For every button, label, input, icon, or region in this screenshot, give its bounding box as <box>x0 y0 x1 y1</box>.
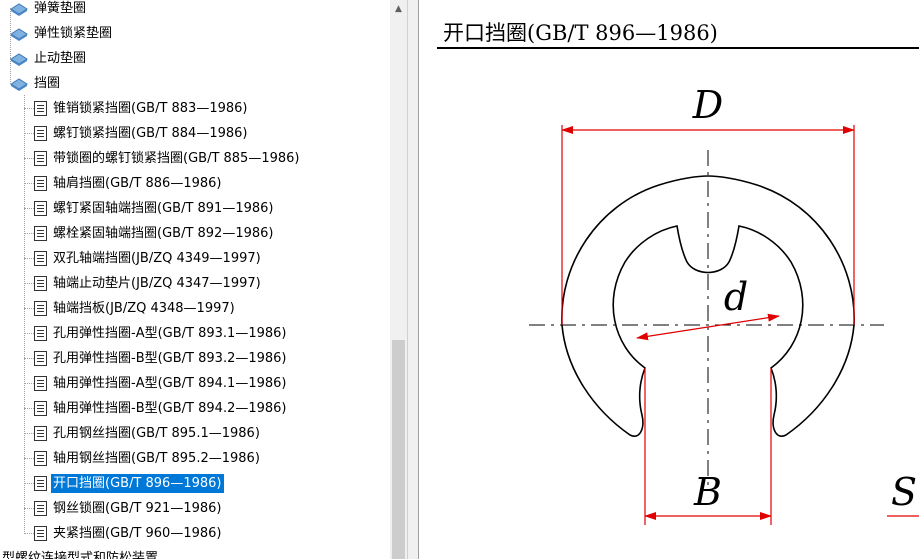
tree-view[interactable]: 弹簧垫圈 弹性锁紧垫圈 止动垫圈 挡圈 锥销锁紧挡圈(GB/T 883—1986… <box>0 0 390 559</box>
tree-item-label: 夹紧挡圈(GB/T 960—1986) <box>53 526 222 541</box>
tree-item-partial[interactable]: 型螺纹连接型式和防松装置 <box>0 548 160 559</box>
document-icon <box>34 501 47 516</box>
tree-item-child[interactable]: 孔用钢丝挡圈(GB/T 895.1—1986) <box>24 423 262 444</box>
tree-item-child[interactable]: 轴端止动垫片(JB/ZQ 4347—1997) <box>24 273 263 294</box>
tree-item-label: 钢丝锁圈(GB/T 921—1986) <box>53 501 222 516</box>
tree-item-child[interactable]: 螺钉锁紧挡圈(GB/T 884—1986) <box>24 123 250 144</box>
tree-item-label: 开口挡圈(GB/T 896—1986) <box>51 474 224 493</box>
tree-item-label: 孔用钢丝挡圈(GB/T 895.1—1986) <box>53 426 260 441</box>
tree-item-child[interactable]: 轴用弹性挡圈-B型(GB/T 894.2—1986) <box>24 398 289 419</box>
tree-item-label: 轴肩挡圈(GB/T 886—1986) <box>53 176 222 191</box>
document-icon <box>34 226 47 241</box>
tree-scrollbar[interactable]: ▲ <box>390 0 407 559</box>
document-icon <box>34 326 47 341</box>
dimension-label-B: B <box>693 470 722 514</box>
document-icon <box>34 276 47 291</box>
document-icon <box>34 526 47 541</box>
tree-item-label: 弹性锁紧垫圈 <box>34 26 113 41</box>
dimension-label-S: S <box>891 470 917 514</box>
tree-item-label: 型螺纹连接型式和防松装置 <box>2 551 159 559</box>
scroll-thumb[interactable] <box>392 340 405 559</box>
document-icon <box>34 476 47 491</box>
tree-item-label: 弹簧垫圈 <box>34 1 87 16</box>
tree-item-stop-washer[interactable]: 止动垫圈 <box>0 48 88 69</box>
document-icon <box>34 101 47 116</box>
tree-item-label: 轴端止动垫片(JB/ZQ 4347—1997) <box>53 276 261 291</box>
document-icon <box>34 376 47 391</box>
scroll-up-arrow-icon[interactable]: ▲ <box>390 0 407 17</box>
document-icon <box>34 126 47 141</box>
tree-item-child[interactable]: 钢丝锁圈(GB/T 921—1986) <box>24 498 224 519</box>
tree-item-child[interactable]: 孔用弹性挡圈-B型(GB/T 893.2—1986) <box>24 348 289 369</box>
tree-item-label: 双孔轴端挡圈(JB/ZQ 4349—1997) <box>53 251 261 266</box>
tree-item-label: 轴端挡板(JB/ZQ 4348—1997) <box>53 301 235 316</box>
tree-item-label: 螺钉锁紧挡圈(GB/T 884—1986) <box>53 126 248 141</box>
tree-item-child[interactable]: 夹紧挡圈(GB/T 960—1986) <box>24 523 224 544</box>
document-icon <box>34 351 47 366</box>
tree-item-label: 轴用钢丝挡圈(GB/T 895.2—1986) <box>53 451 260 466</box>
tree-item-child-selected[interactable]: 开口挡圈(GB/T 896—1986) <box>24 473 224 494</box>
tree-item-child[interactable]: 锥销锁紧挡圈(GB/T 883—1986) <box>24 98 250 119</box>
dimension-label-D: D <box>692 83 723 127</box>
document-pane: 开口挡圈(GB/T 896—1986) D d B S <box>419 0 919 559</box>
tree-item-label: 锥销锁紧挡圈(GB/T 883—1986) <box>53 101 248 116</box>
document-icon <box>34 451 47 466</box>
tree-item-child[interactable]: 螺钉紧固轴端挡圈(GB/T 891—1986) <box>24 198 276 219</box>
tree-item-label: 带锁圈的螺钉锁紧挡圈(GB/T 885—1986) <box>53 151 300 166</box>
document-icon <box>34 251 47 266</box>
document-icon <box>34 426 47 441</box>
tree-item-child[interactable]: 孔用弹性挡圈-A型(GB/T 893.1—1986) <box>24 323 288 344</box>
tree-item-child[interactable]: 带锁圈的螺钉锁紧挡圈(GB/T 885—1986) <box>24 148 302 169</box>
tree-item-label: 螺栓紧固轴端挡圈(GB/T 892—1986) <box>53 226 274 241</box>
retaining-ring-drawing: D d B S <box>529 83 919 525</box>
tree-item-retaining-ring[interactable]: 挡圈 <box>0 73 62 94</box>
document-icon <box>34 201 47 216</box>
tree-item-child[interactable]: 轴用弹性挡圈-A型(GB/T 894.1—1986) <box>24 373 288 394</box>
tree-item-label: 挡圈 <box>34 76 61 91</box>
document-icon <box>34 151 47 166</box>
tree-item-label: 止动垫圈 <box>34 51 87 66</box>
tree-item-child[interactable]: 轴用钢丝挡圈(GB/T 895.2—1986) <box>24 448 262 469</box>
tree-item-spring-lock-washer[interactable]: 弹性锁紧垫圈 <box>0 23 114 44</box>
tree-item-label: 螺钉紧固轴端挡圈(GB/T 891—1986) <box>53 201 274 216</box>
tree-item-child[interactable]: 轴端挡板(JB/ZQ 4348—1997) <box>24 298 237 319</box>
pane-splitter[interactable] <box>407 0 419 559</box>
tree-item-child[interactable]: 轴肩挡圈(GB/T 886—1986) <box>24 173 224 194</box>
document-icon <box>34 301 47 316</box>
tree-item-child[interactable]: 螺栓紧固轴端挡圈(GB/T 892—1986) <box>24 223 276 244</box>
tree-item-child[interactable]: 双孔轴端挡圈(JB/ZQ 4349—1997) <box>24 248 263 269</box>
dimension-label-d: d <box>724 275 748 319</box>
tree-item-spring-washer[interactable]: 弹簧垫圈 <box>0 0 88 19</box>
tree-item-label: 孔用弹性挡圈-A型(GB/T 893.1—1986) <box>53 326 287 341</box>
tree-item-label: 轴用弹性挡圈-A型(GB/T 894.1—1986) <box>53 376 287 391</box>
document-icon <box>34 176 47 191</box>
document-icon <box>34 401 47 416</box>
tree-item-label: 轴用弹性挡圈-B型(GB/T 894.2—1986) <box>53 401 287 416</box>
tree-item-label: 孔用弹性挡圈-B型(GB/T 893.2—1986) <box>53 351 287 366</box>
